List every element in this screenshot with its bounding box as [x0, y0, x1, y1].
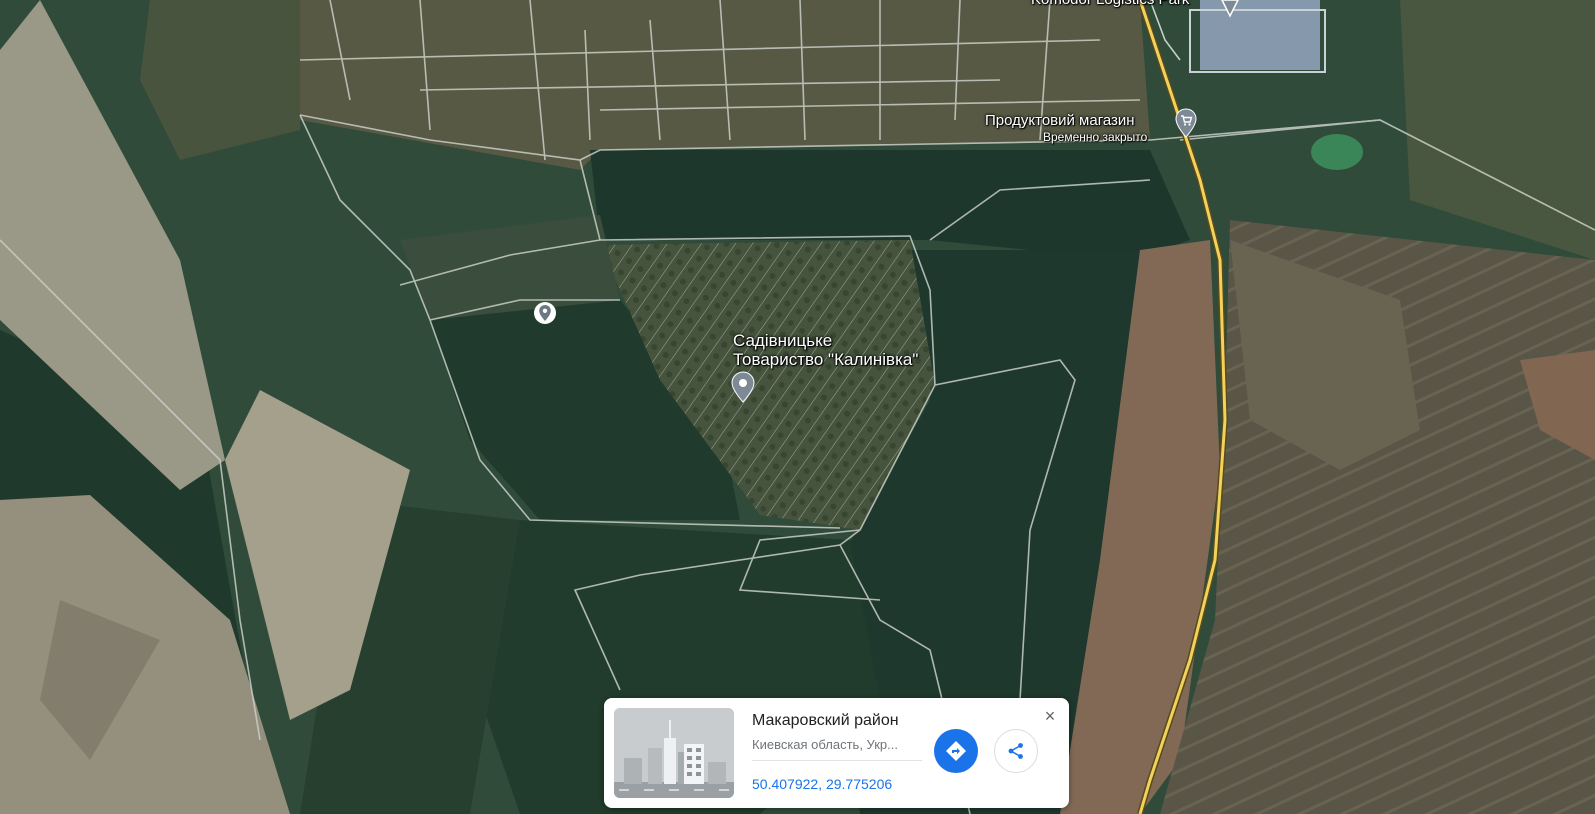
share-icon: [1008, 743, 1023, 759]
logistics-park-label[interactable]: Komodor Logistics Park: [1031, 0, 1189, 8]
garden-society-name-line1: Садівницьке: [733, 331, 833, 350]
place-address: Киевская область, Укр...: [752, 737, 898, 752]
card-divider: [752, 760, 922, 761]
shop-status-label: Временно закрыто: [1043, 130, 1148, 144]
satellite-map[interactable]: [0, 0, 1595, 814]
share-button[interactable]: [994, 729, 1038, 773]
garden-society-name-line2: Товариство "Калинівка": [733, 350, 919, 369]
shopping-cart-pin-icon[interactable]: [1175, 108, 1197, 138]
directions-button[interactable]: [934, 729, 978, 773]
shop-name-label[interactable]: Продуктовий магазин: [985, 112, 1135, 129]
place-thumbnail[interactable]: [614, 708, 734, 798]
garden-society-pin-icon[interactable]: [731, 371, 755, 403]
selected-location-pin-icon[interactable]: [532, 300, 558, 326]
garden-society-label[interactable]: Садівницьке Товариство "Калинівка": [733, 331, 918, 369]
logistics-park-pin-icon[interactable]: [1220, 0, 1240, 18]
close-button[interactable]: ×: [1040, 706, 1060, 726]
place-title: Макаровский район: [752, 712, 899, 729]
place-info-card[interactable]: Макаровский район Киевская область, Укр.…: [604, 698, 1069, 808]
directions-icon: [946, 741, 966, 761]
coordinates-link[interactable]: 50.407922, 29.775206: [752, 776, 892, 792]
close-icon: ×: [1044, 706, 1056, 726]
